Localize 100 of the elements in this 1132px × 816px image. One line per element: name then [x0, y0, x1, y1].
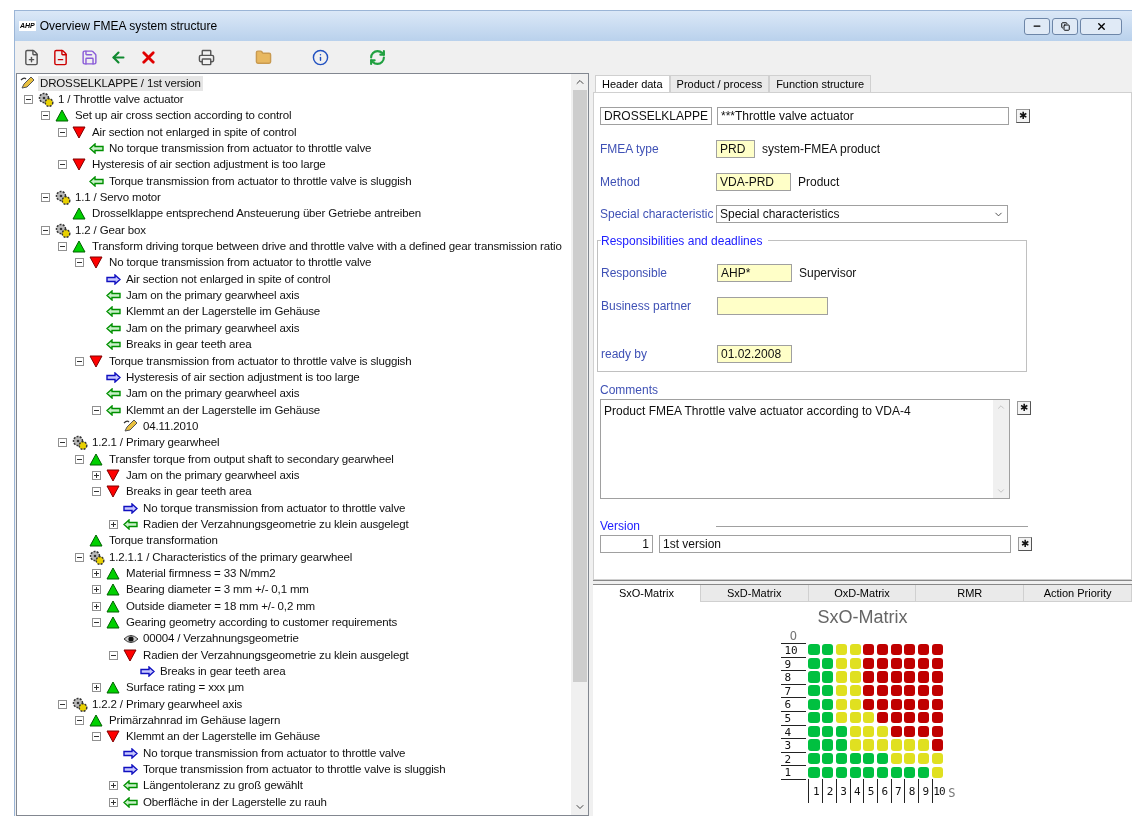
collapse-toggle[interactable] [75, 454, 84, 464]
tab[interactable]: Product / process [669, 75, 770, 92]
collapse-toggle[interactable] [41, 111, 50, 121]
input-field[interactable] [717, 297, 828, 315]
tree-item[interactable]: Klemmt an der Lagerstelle im Gehäuse [124, 304, 323, 320]
tree-item[interactable]: Surface rating = xxx µm [124, 680, 246, 696]
tree-item[interactable]: Torque transformation [107, 533, 220, 549]
collapse-toggle[interactable] [75, 258, 84, 268]
tree-item[interactable]: 1.2 / Gear box [73, 222, 148, 238]
tree-item[interactable]: Transfer torque from output shaft to secondary gearwheel [107, 451, 396, 467]
expand-toggle[interactable] [92, 470, 101, 480]
tree-item[interactable]: No torque transmission from actuator to throttle valve [141, 500, 408, 516]
restore-button[interactable] [1052, 17, 1078, 35]
tree-item[interactable]: No torque transmission from actuator to throttle valve [107, 141, 374, 157]
collapse-toggle[interactable] [92, 732, 101, 742]
tree-item[interactable]: 00004 / Verzahnungsgeometrie [141, 631, 301, 647]
tree-item[interactable]: Jam on the primary gearwheel axis [124, 288, 302, 304]
tree-item[interactable]: Outside diameter = 18 mm +/- 0,2 mm [124, 598, 318, 614]
collapse-toggle[interactable] [109, 650, 118, 660]
refresh-icon[interactable] [369, 48, 386, 66]
new-document-icon[interactable] [23, 48, 40, 66]
tab[interactable]: Action Priority [1024, 585, 1132, 602]
tree-item[interactable]: Klemmt an der Lagerstelle im Gehäuse [124, 402, 323, 418]
collapse-toggle[interactable] [58, 438, 67, 448]
input-field[interactable]: ***Throttle valve actuator [717, 107, 1009, 125]
tree-item[interactable]: Jam on the primary gearwheel axis [124, 320, 302, 336]
tree-item[interactable]: Bearing diameter = 3 mm +/- 0,1 mm [124, 582, 311, 598]
tree-item[interactable]: 1.1 / Servo motor [73, 190, 163, 206]
dropdown[interactable]: Special characteristics [716, 205, 1008, 223]
collapse-toggle[interactable] [75, 716, 84, 726]
clear-button[interactable]: ✱ [1017, 401, 1031, 415]
collapse-toggle[interactable] [58, 699, 67, 709]
expand-toggle[interactable] [92, 585, 101, 595]
minimize-button[interactable] [1024, 17, 1050, 35]
tree-item[interactable]: 1 / Throttle valve actuator [56, 92, 186, 107]
tree-item[interactable]: Torque transmission from actuator to throttle valve is sluggish [141, 762, 448, 778]
tree-item[interactable]: 04.11.2010 [141, 418, 201, 434]
tab[interactable]: SxD-Matrix [700, 585, 809, 602]
expand-toggle[interactable] [92, 569, 101, 578]
expand-toggle[interactable] [109, 781, 118, 791]
tree-item[interactable]: 1.2.1 / Primary gearwheel [90, 435, 222, 451]
tree-item[interactable]: Breaks in gear teeth area [158, 664, 288, 680]
print-icon[interactable] [198, 48, 215, 66]
close-button[interactable] [1080, 17, 1122, 35]
tree-item[interactable]: Air section not enlarged in spite of control [124, 271, 333, 287]
collapse-toggle[interactable] [41, 225, 50, 235]
input-field[interactable]: 1 [600, 535, 653, 553]
tree-item[interactable]: Radien der Verzahnungsgeometrie zu klein ausgelegt [141, 647, 411, 663]
tab[interactable]: Function structure [769, 75, 872, 92]
tree-item[interactable]: Air section not enlarged in spite of control [90, 124, 299, 140]
collapse-toggle[interactable] [75, 552, 84, 562]
tab[interactable]: RMR [916, 585, 1025, 602]
tab[interactable]: Header data [595, 75, 670, 92]
collapse-toggle[interactable] [24, 95, 33, 104]
tree-item[interactable]: No torque transmission from actuator to throttle valve [141, 745, 408, 761]
expand-toggle[interactable] [109, 519, 118, 529]
input-field[interactable]: 01.02.2008 [717, 345, 792, 363]
collapse-toggle[interactable] [92, 487, 101, 497]
tree-item[interactable]: Jam on the primary gearwheel axis [124, 386, 302, 402]
tree-item[interactable]: No torque transmission from actuator to throttle valve [107, 255, 374, 271]
save-icon[interactable] [81, 48, 98, 66]
remove-document-icon[interactable] [52, 48, 69, 66]
input-field[interactable]: DROSSELKLAPPE [600, 107, 712, 125]
collapse-toggle[interactable] [75, 356, 84, 366]
collapse-toggle[interactable] [92, 405, 101, 415]
tree-item[interactable]: Primärzahnrad im Gehäuse lagern [107, 713, 283, 729]
tab[interactable]: OxD-Matrix [808, 585, 917, 602]
expand-toggle[interactable] [92, 683, 101, 693]
tree-item[interactable]: Jam on the primary gearwheel axis [124, 467, 302, 483]
tree-item[interactable]: Drosselklappe entsprechend Ansteuerung über Getriebe antreiben [90, 206, 423, 222]
expand-toggle[interactable] [92, 601, 101, 611]
tree-item[interactable]: Radien der Verzahnungsgeometrie zu klein ausgelegt [141, 516, 411, 532]
expand-toggle[interactable] [109, 797, 118, 807]
tree-item[interactable]: Hysteresis of air section adjustment is too large [124, 369, 362, 385]
tree-item[interactable]: Längentoleranz zu groß gewählt [141, 778, 305, 794]
tree-item[interactable]: DROSSELKLAPPE / 1st version [38, 75, 203, 91]
clear-button[interactable]: ✱ [1016, 109, 1030, 123]
collapse-toggle[interactable] [41, 193, 50, 203]
info-icon[interactable] [312, 48, 329, 66]
input-field[interactable]: VDA-PRD [716, 173, 791, 191]
tree-item[interactable]: Breaks in gear teeth area [124, 484, 254, 500]
tree-item[interactable]: Gearing geometry according to customer requirements [124, 615, 400, 630]
clear-button[interactable]: ✱ [1018, 537, 1032, 551]
tree-item[interactable]: Klemmt an der Lagerstelle im Gehäuse [124, 729, 323, 745]
collapse-toggle[interactable] [58, 160, 67, 170]
collapse-toggle[interactable] [58, 242, 67, 252]
input-field[interactable]: PRD [716, 140, 755, 158]
tree-item[interactable]: 1.2.1.1 / Characteristics of the primary gearwheel [107, 549, 355, 565]
tree-item[interactable]: Transform driving torque between drive and throttle valve with a defined gear transmission ratio [90, 239, 564, 255]
tree-item[interactable]: Torque transmission from actuator to throttle valve is sluggish [107, 353, 414, 369]
tree-item[interactable]: Oberfläche in der Lagerstelle zu rauh [141, 794, 329, 810]
tree-item[interactable]: Set up air cross section according to control [73, 108, 294, 124]
tree-item[interactable]: Material firmness = 33 N/mm2 [124, 566, 278, 581]
tree-item[interactable]: Torque transmission from actuator to throttle valve is sluggish [107, 173, 414, 189]
tree-item[interactable]: Hysteresis of air section adjustment is too large [90, 157, 328, 173]
collapse-toggle[interactable] [58, 127, 67, 137]
tree-item[interactable]: 1.2.2 / Primary gearwheel axis [90, 696, 245, 712]
input-field[interactable]: 1st version [659, 535, 1011, 553]
tree-item[interactable]: Breaks in gear teeth area [124, 337, 254, 353]
collapse-toggle[interactable] [92, 618, 101, 627]
